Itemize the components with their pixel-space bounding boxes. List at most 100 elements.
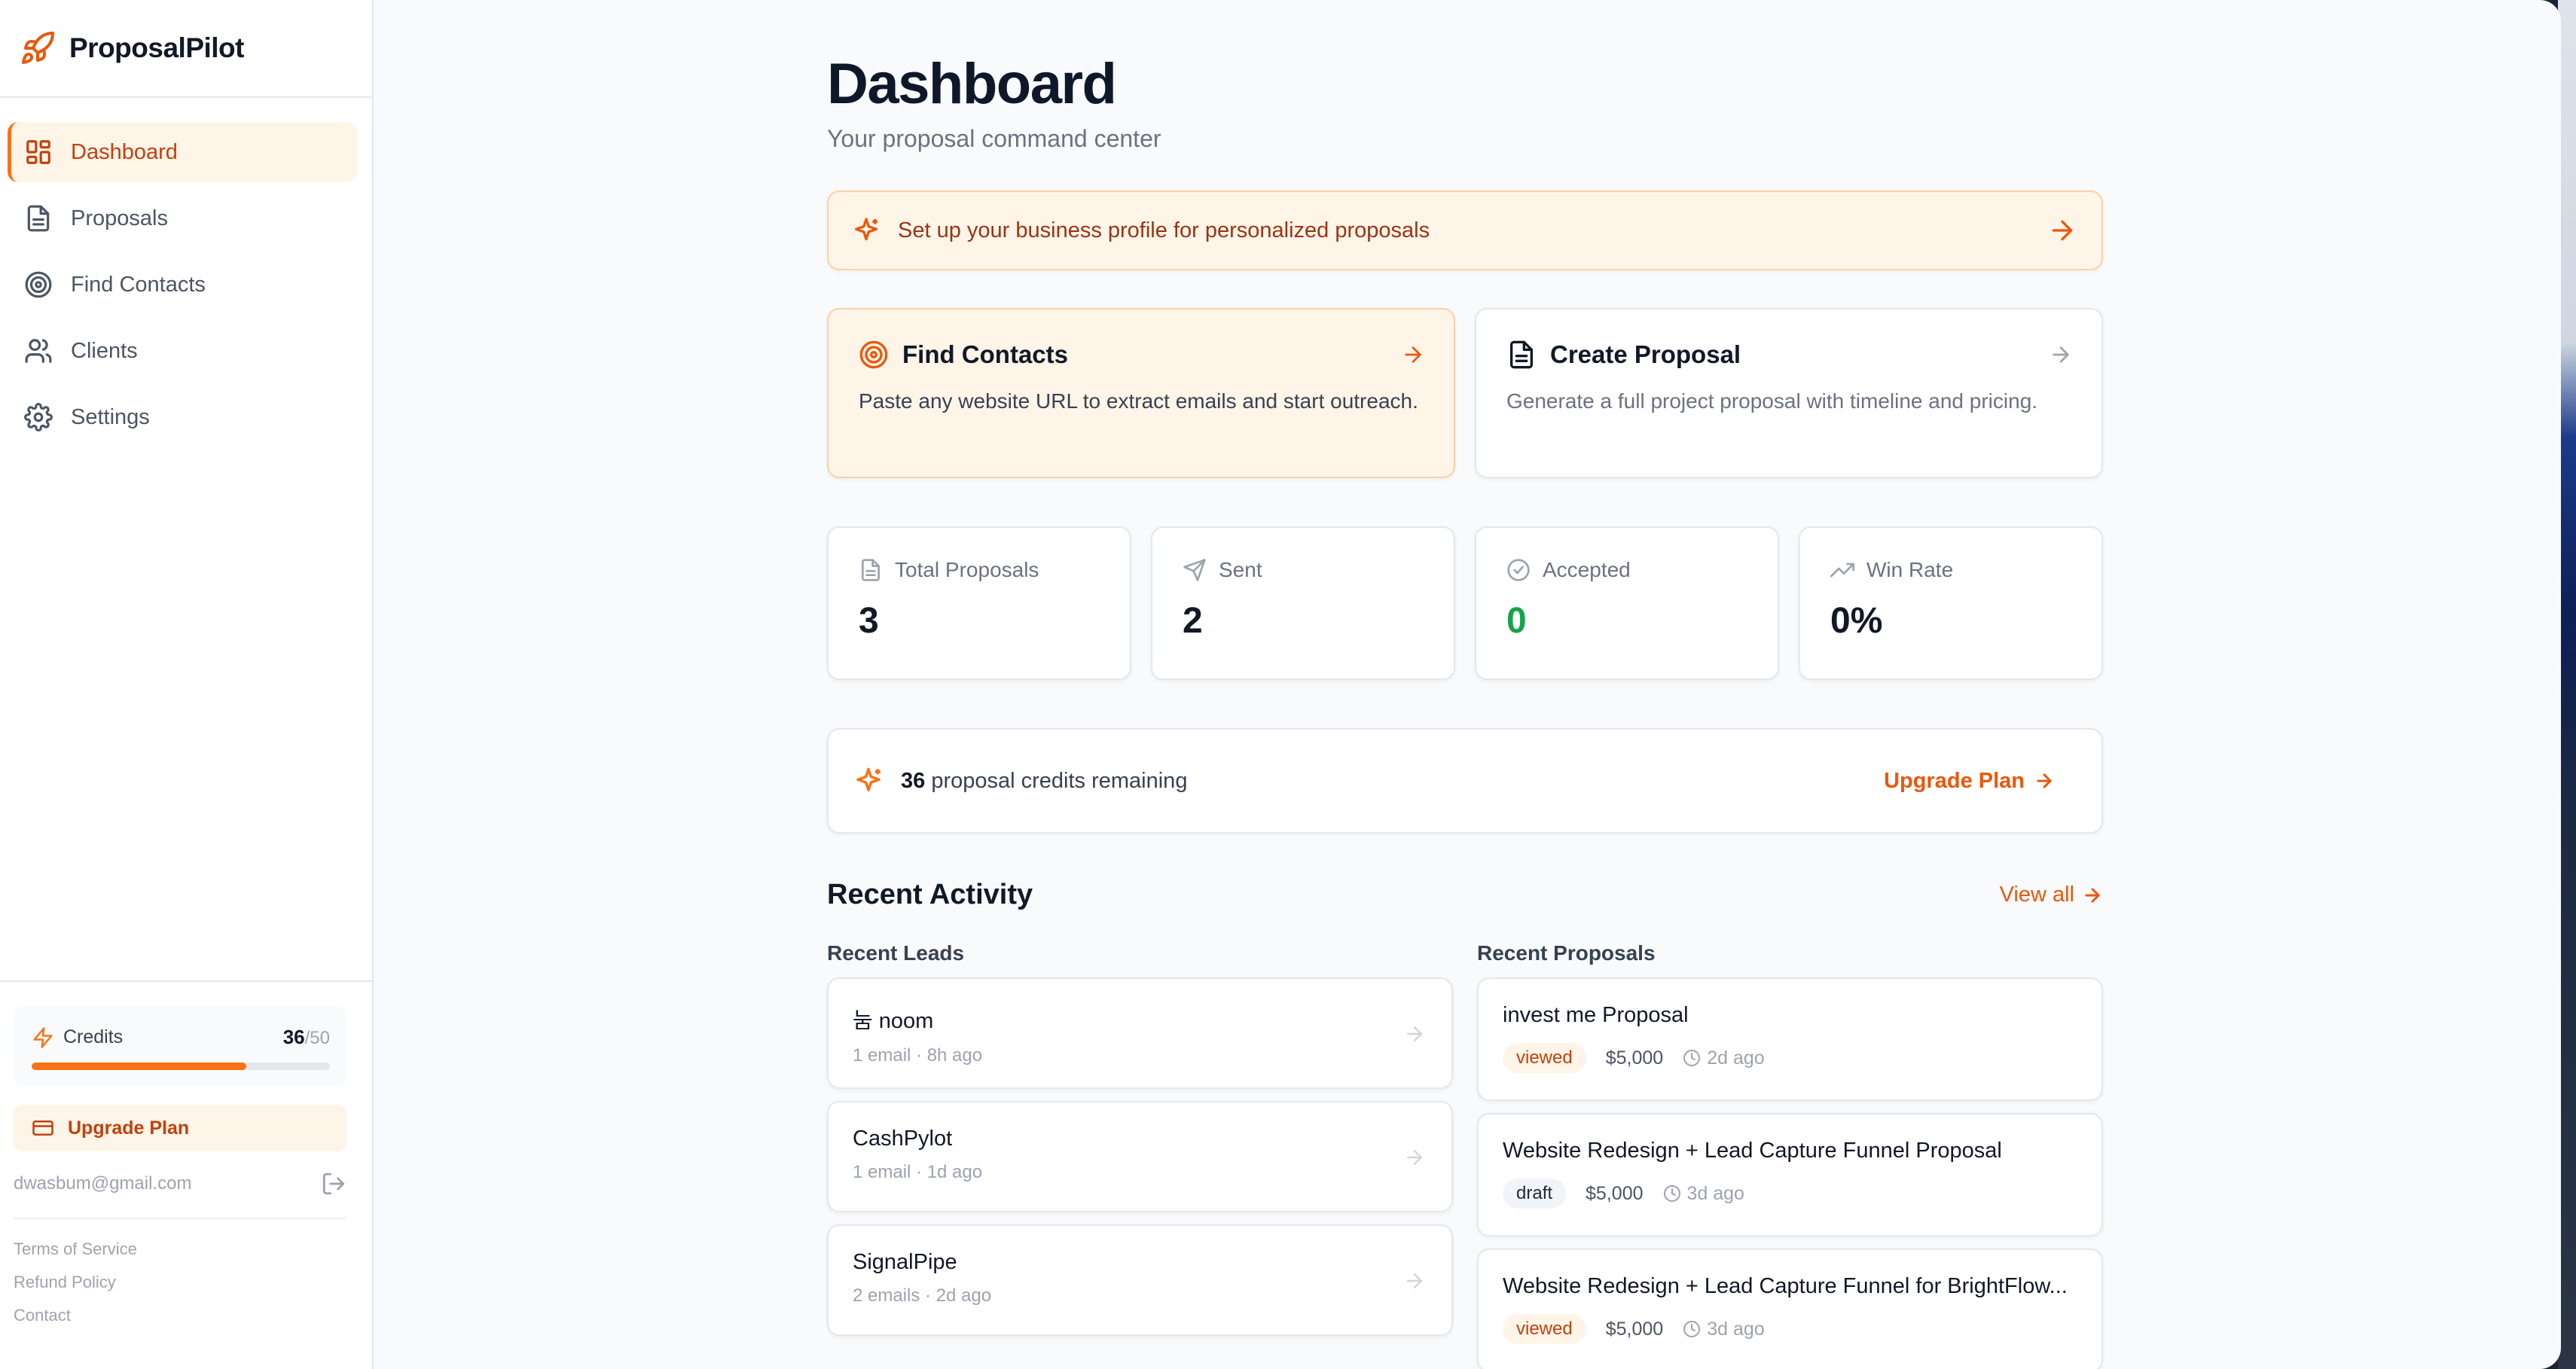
create-proposal-card[interactable]: Create Proposal Generate a full project … xyxy=(1475,308,2103,478)
app-window: ProposalPilot Dashboard Proposals Find C… xyxy=(0,0,2561,1369)
setup-banner-text: Set up your business profile for persona… xyxy=(898,218,1430,242)
legal-links: Terms of Service Refund Policy Contact xyxy=(14,1233,346,1332)
sidebar-item-find-contacts[interactable]: Find Contacts xyxy=(8,255,357,315)
page-title: Dashboard xyxy=(827,52,1117,116)
proposal-time: 3d ago xyxy=(1663,1183,1744,1205)
proposal-time: 2d ago xyxy=(1683,1047,1765,1069)
page-subtitle: Your proposal command center xyxy=(827,125,1161,152)
proposal-price: $5,000 xyxy=(1605,1047,1664,1069)
sidebar-item-clients[interactable]: Clients xyxy=(8,321,357,381)
credits-progress-fill xyxy=(32,1063,247,1070)
stat-sent: Sent 2 xyxy=(1151,526,1455,680)
lead-item[interactable]: 눔 noom 1 email · 8h ago xyxy=(827,977,1453,1089)
proposal-price: $5,000 xyxy=(1586,1182,1644,1204)
sidebar-nav: Dashboard Proposals Find Contacts Client… xyxy=(0,98,372,447)
credits-remaining-text: 36 proposal credits remaining xyxy=(901,769,1867,794)
clock-icon xyxy=(1683,1321,1701,1337)
gear-icon xyxy=(24,403,53,431)
trending-up-icon xyxy=(1830,563,1854,578)
sidebar-item-label: Proposals xyxy=(71,206,168,230)
proposal-price: $5,000 xyxy=(1605,1318,1664,1340)
arrow-right-icon xyxy=(2085,887,2100,903)
refund-policy-link[interactable]: Refund Policy xyxy=(14,1266,346,1299)
sparkle-icon xyxy=(856,767,881,791)
view-all-link[interactable]: View all xyxy=(2000,883,2103,907)
recent-activity-columns: Recent Leads 눔 noom 1 email · 8h ago Cas… xyxy=(827,941,2103,1369)
brand[interactable]: ProposalPilot xyxy=(0,0,372,98)
logout-icon[interactable] xyxy=(321,1171,346,1197)
target-icon xyxy=(25,271,52,298)
stat-accepted: Accepted 0 xyxy=(1475,526,1779,680)
recent-activity-header: Recent Activity View all xyxy=(827,879,2103,911)
stat-label: Sent xyxy=(1219,558,1262,581)
credits-progress-bar xyxy=(32,1063,330,1070)
status-badge: viewed xyxy=(1503,1043,1586,1073)
find-contacts-card[interactable]: Find Contacts Paste any website URL to e… xyxy=(827,308,1455,478)
sparkle-icon xyxy=(855,218,877,241)
upgrade-plan-button[interactable]: Upgrade Plan xyxy=(1884,769,2055,794)
proposal-item[interactable]: Website Redesign + Lead Capture Funnel P… xyxy=(1477,1113,2103,1236)
find-contacts-title: Find Contacts xyxy=(902,340,1068,368)
arrow-right-icon xyxy=(2052,220,2073,241)
contact-link[interactable]: Contact xyxy=(14,1299,346,1332)
proposal-time-text: 3d ago xyxy=(1707,1318,1765,1340)
lead-name: SignalPipe xyxy=(853,1250,957,1274)
stat-total-proposals: Total Proposals 3 xyxy=(827,526,1131,680)
terms-link[interactable]: Terms of Service xyxy=(14,1233,346,1266)
lead-name: CashPylot xyxy=(853,1127,953,1151)
setup-profile-banner[interactable]: Set up your business profile for persona… xyxy=(827,191,2103,270)
proposal-item[interactable]: Website Redesign + Lead Capture Funnel f… xyxy=(1477,1249,2103,1369)
stat-label: Accepted xyxy=(1543,558,1631,581)
find-contacts-description: Paste any website URL to extract emails … xyxy=(859,389,1418,413)
sidebar-item-label: Clients xyxy=(71,338,138,363)
rocket-icon xyxy=(22,31,54,64)
quick-actions: Find Contacts Paste any website URL to e… xyxy=(827,308,2103,478)
proposal-time: 3d ago xyxy=(1683,1318,1765,1340)
clock-icon xyxy=(1663,1185,1680,1202)
credits-total: /50 xyxy=(304,1028,330,1048)
view-all-label: View all xyxy=(1999,883,2074,907)
arrow-right-icon xyxy=(1405,346,1421,363)
arrow-right-icon xyxy=(2053,346,2069,363)
proposal-item[interactable]: invest me Proposal viewed $5,000 2d ago xyxy=(1477,977,2103,1101)
arrow-right-icon xyxy=(1407,1273,1422,1288)
proposal-time-text: 3d ago xyxy=(1686,1182,1744,1204)
recent-proposals-title: Recent Proposals xyxy=(1477,941,1656,965)
sidebar-upgrade-button[interactable]: Upgrade Plan xyxy=(14,1105,346,1151)
brand-name: ProposalPilot xyxy=(69,32,244,63)
proposal-name: Website Redesign + Lead Capture Funnel f… xyxy=(1503,1274,2068,1298)
recent-leads-title: Recent Leads xyxy=(827,941,965,965)
stat-value: 3 xyxy=(859,601,879,641)
credit-card-icon xyxy=(32,1121,53,1136)
credits-count: 36 xyxy=(282,1026,305,1048)
sidebar-upgrade-label: Upgrade Plan xyxy=(68,1117,190,1139)
sidebar-item-settings[interactable]: Settings xyxy=(8,387,357,447)
status-badge: draft xyxy=(1503,1178,1567,1209)
lead-item[interactable]: CashPylot 1 email · 1d ago xyxy=(827,1101,1453,1212)
credits-remaining-label: proposal credits remaining xyxy=(931,768,1188,793)
clock-icon xyxy=(1683,1050,1701,1066)
stat-value: 0% xyxy=(1830,601,1883,641)
sidebar-item-proposals[interactable]: Proposals xyxy=(8,188,357,248)
recent-activity-title: Recent Activity xyxy=(827,879,1033,910)
target-icon xyxy=(859,340,888,369)
lead-item[interactable]: SignalPipe 2 emails · 2d ago xyxy=(827,1224,1453,1336)
stat-value: 2 xyxy=(1183,601,1203,641)
users-icon xyxy=(25,339,52,363)
status-badge: viewed xyxy=(1503,1314,1586,1344)
sidebar-item-dashboard[interactable]: Dashboard xyxy=(8,122,357,182)
send-icon xyxy=(1183,559,1206,581)
sidebar: ProposalPilot Dashboard Proposals Find C… xyxy=(0,0,374,1369)
sidebar-item-label: Find Contacts xyxy=(71,272,206,297)
upgrade-plan-label: Upgrade Plan xyxy=(1884,768,2025,793)
lead-name: 눔 noom xyxy=(853,1009,934,1033)
credits-label: Credits xyxy=(63,1026,124,1047)
stat-value: 0 xyxy=(1506,601,1527,641)
document-icon xyxy=(27,205,50,232)
stat-win-rate: Win Rate 0% xyxy=(1799,526,2103,680)
credits-remaining-count: 36 xyxy=(901,768,926,793)
arrow-right-icon xyxy=(1407,1026,1422,1041)
check-circle-icon xyxy=(1507,559,1530,581)
main-content: Dashboard Your proposal command center S… xyxy=(827,0,2103,1369)
recent-leads-column: Recent Leads 눔 noom 1 email · 8h ago Cas… xyxy=(827,941,1453,1369)
